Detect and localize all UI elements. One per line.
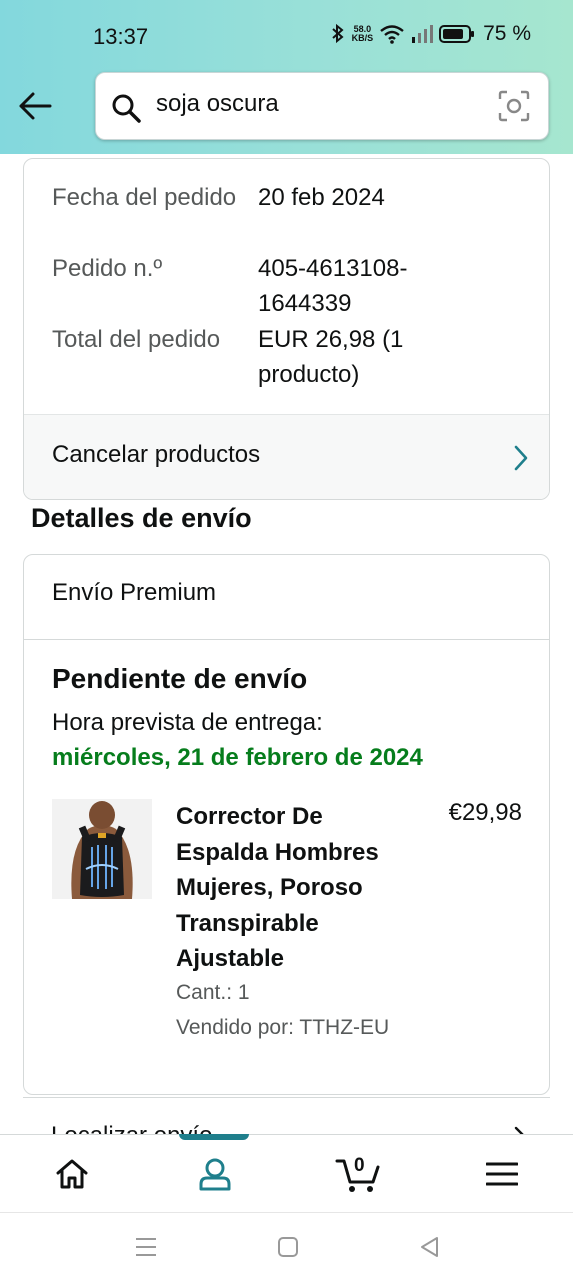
camera-search-icon[interactable] — [498, 90, 530, 122]
back-system-icon[interactable] — [418, 1235, 440, 1259]
divider — [24, 639, 549, 640]
order-total-row: Total del pedido EUR 26,98 (1 producto) — [52, 322, 403, 388]
account-icon — [199, 1158, 230, 1191]
product-quantity: Cant.: 1 — [176, 981, 250, 1004]
order-number-label: Pedido n.º — [52, 255, 163, 282]
system-navigation-bar — [0, 1212, 573, 1280]
app-header: 13:37 58.0 KB/S 75 % soja oscura — [0, 0, 573, 154]
product-image[interactable] — [52, 799, 152, 899]
product-price: €29,98 — [448, 799, 522, 826]
shipment-card: Envío Premium Pendiente de envío Hora pr… — [23, 554, 550, 1095]
search-bar[interactable]: soja oscura — [95, 72, 549, 140]
back-button[interactable] — [16, 88, 56, 124]
battery-percent: 75 % — [483, 22, 531, 45]
nav-home[interactable] — [0, 1135, 143, 1213]
search-icon[interactable] — [110, 92, 142, 124]
signal-icon — [412, 25, 434, 43]
order-date-label: Fecha del pedido — [52, 184, 237, 211]
bottom-navigation: 0 — [0, 1134, 573, 1212]
eta-label: Hora prevista de entrega: — [52, 709, 323, 736]
back-arrow-icon — [19, 92, 52, 120]
order-total-value: EUR 26,98 (1 producto) — [258, 326, 404, 388]
product-seller: Vendido por: TTHZ-EU — [176, 1016, 390, 1039]
cancel-products-button[interactable]: Cancelar productos — [24, 414, 549, 499]
search-input[interactable]: soja oscura — [156, 90, 279, 118]
track-shipment-button[interactable]: Localizar envío — [23, 1097, 550, 1137]
order-date-value: 20 feb 2024 — [258, 184, 385, 211]
shipping-details-title: Detalles de envío — [31, 503, 252, 533]
home-icon — [56, 1159, 87, 1189]
network-speed-unit: KB/S — [351, 33, 374, 43]
shipping-type: Envío Premium — [52, 579, 217, 606]
home-system-icon[interactable] — [277, 1236, 299, 1258]
nav-account[interactable] — [143, 1135, 286, 1213]
nav-cart[interactable]: 0 — [286, 1135, 429, 1213]
cancel-products-label: Cancelar productos — [52, 441, 261, 468]
order-date-row: Fecha del pedido 20 feb 2024 — [52, 180, 385, 215]
status-icons: 58.0 KB/S 75 % — [330, 22, 531, 46]
nav-menu[interactable] — [430, 1135, 573, 1213]
bluetooth-icon — [331, 23, 344, 44]
order-number-row: Pedido n.º 405-4613108-1644339 — [52, 251, 407, 317]
shipment-status: Pendiente de envío — [52, 663, 308, 694]
battery-icon — [439, 25, 475, 43]
order-summary-card: Fecha del pedido 20 feb 2024 Pedido n.º … — [23, 158, 550, 500]
order-total-label: Total del pedido — [52, 326, 221, 353]
chevron-right-icon — [514, 445, 528, 471]
order-number-value: 405-4613108-1644339 — [258, 255, 408, 317]
product-title-link[interactable]: Corrector De Espalda Hombres Mujeres, Po… — [176, 799, 416, 977]
wifi-icon — [380, 25, 404, 44]
recents-icon[interactable] — [135, 1237, 157, 1257]
network-speed: 58.0 KB/S — [352, 25, 374, 43]
hamburger-menu-icon — [485, 1162, 518, 1186]
eta-date: miércoles, 21 de febrero de 2024 — [52, 744, 423, 771]
status-time: 13:37 — [93, 24, 149, 49]
cart-count: 0 — [354, 1155, 365, 1176]
back-corrector-image — [52, 799, 152, 899]
